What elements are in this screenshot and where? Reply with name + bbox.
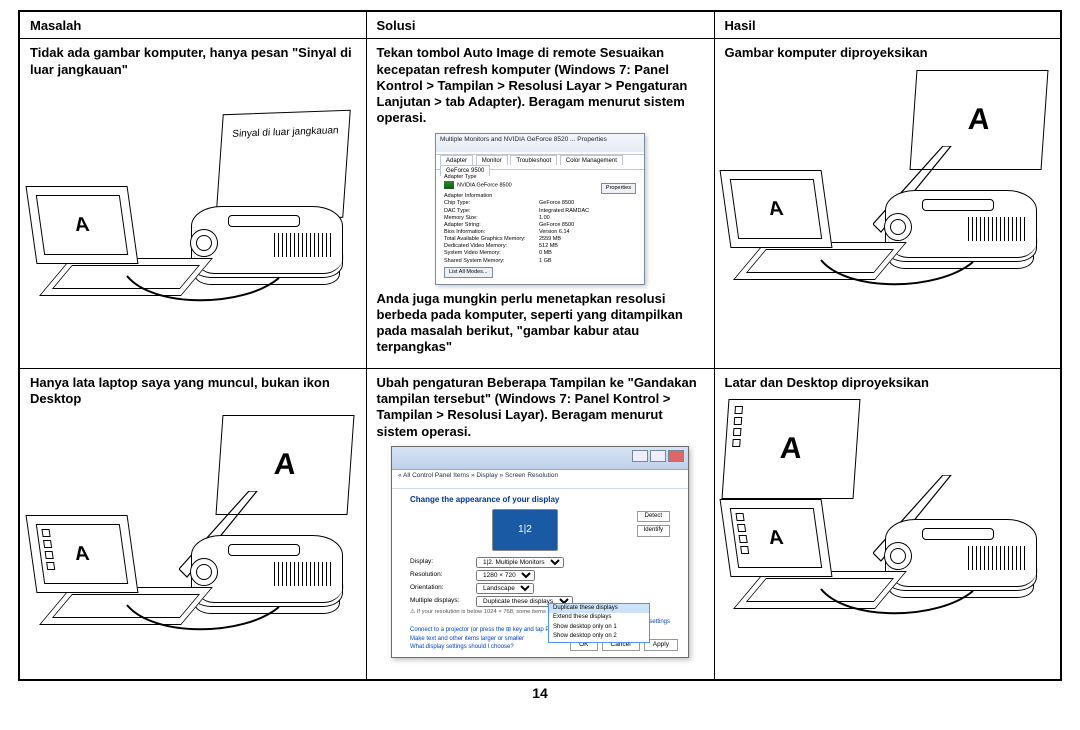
orientation-select[interactable]: Landscape	[476, 583, 534, 594]
dialog-heading: Change the appearance of your display	[410, 495, 678, 505]
min-icon[interactable]	[632, 450, 648, 462]
tab-troubleshoot[interactable]: Troubleshoot	[510, 155, 557, 166]
r1-solution-cell: Tekan tombol Auto Image di remote Sesuai…	[366, 39, 714, 369]
projection-screen: A	[722, 399, 861, 499]
tab-adapter[interactable]: Adapter	[440, 155, 473, 166]
desktop-icons	[41, 529, 55, 570]
col-header-solution: Solusi	[366, 11, 714, 39]
cable-icon	[817, 252, 977, 292]
detect-button[interactable]: Detect	[637, 511, 670, 523]
dialog-tabs[interactable]: Adapter Monitor Troubleshoot Color Manag…	[436, 155, 644, 170]
desktop-icons	[736, 513, 750, 554]
r2-solution-text: Ubah pengaturan Beberapa Tampilan ke "Ga…	[377, 375, 704, 440]
r2-problem-text: Hanya lata laptop saya yang muncul, buka…	[30, 375, 356, 408]
r1-problem-diagram: Sinyal di luar jangkauan A	[33, 86, 353, 326]
r1-problem-cell: Tidak ada gambar komputer, hanya pesan "…	[19, 39, 366, 369]
adapter-properties-dialog[interactable]: Multiple Monitors and NVIDIA GeForce 852…	[435, 133, 645, 285]
col-header-result: Hasil	[714, 11, 1061, 39]
troubleshoot-table: Masalah Solusi Hasil Tidak ada gambar ko…	[18, 10, 1062, 681]
r1-solution-text: Tekan tombol Auto Image di remote Sesuai…	[377, 45, 704, 126]
cable-icon	[123, 597, 283, 637]
r1-solution-tail: Anda juga mungkin perlu menetapkan resol…	[377, 291, 704, 356]
r2-result-cell: Latar dan Desktop diproyeksikan A	[714, 368, 1061, 680]
properties-button[interactable]: Properties	[601, 183, 636, 194]
r2-problem-diagram: A A	[33, 415, 353, 655]
breadcrumb[interactable]: « All Control Panel Items » Display » Sc…	[392, 470, 688, 489]
r2-result-text: Latar dan Desktop diproyeksikan	[725, 375, 1051, 391]
display-select[interactable]: 1|2. Multiple Monitors	[476, 557, 564, 568]
screen-resolution-dialog[interactable]: « All Control Panel Items » Display » Sc…	[391, 446, 689, 658]
window-titlebar[interactable]	[392, 447, 688, 470]
r1-result-text: Gambar komputer diproyeksikan	[725, 45, 1051, 61]
col-header-problem: Masalah	[19, 11, 366, 39]
monitor-preview-icon[interactable]	[492, 509, 558, 551]
resolution-select[interactable]: 1280 × 720	[476, 570, 535, 581]
r2-solution-cell: Ubah pengaturan Beberapa Tampilan ke "Ga…	[366, 368, 714, 680]
r1-result-cell: Gambar komputer diproyeksikan A A	[714, 39, 1061, 369]
r2-result-diagram: A A	[727, 399, 1047, 639]
r1-problem-text: Tidak ada gambar komputer, hanya pesan "…	[30, 45, 356, 78]
identify-button[interactable]: Identify	[637, 525, 670, 537]
cable-icon	[817, 581, 977, 621]
display-form: Display: 1|2. Multiple Monitors Resoluti…	[410, 557, 670, 607]
adapter-type-label: Adapter Type	[444, 174, 636, 181]
adapter-info-label: Adapter Information	[444, 193, 636, 200]
r1-result-diagram: A A	[727, 70, 1047, 310]
page-number: 14	[0, 685, 1080, 701]
tab-colormgmt[interactable]: Color Management	[560, 155, 623, 166]
multiple-displays-dropdown[interactable]: Duplicate these displays Extend these di…	[548, 603, 650, 643]
tab-monitor[interactable]: Monitor	[476, 155, 508, 166]
close-icon[interactable]	[668, 450, 684, 462]
adapter-type-value: NVIDIA GeForce 8500	[457, 182, 512, 188]
list-modes-button[interactable]: List All Modes...	[444, 267, 493, 278]
max-icon[interactable]	[650, 450, 666, 462]
gpu-icon	[444, 181, 454, 189]
r2-problem-cell: Hanya lata laptop saya yang muncul, buka…	[19, 368, 366, 680]
desktop-icons	[732, 406, 743, 447]
dialog-title: Multiple Monitors and NVIDIA GeForce 852…	[436, 134, 644, 155]
cable-icon	[123, 268, 283, 308]
